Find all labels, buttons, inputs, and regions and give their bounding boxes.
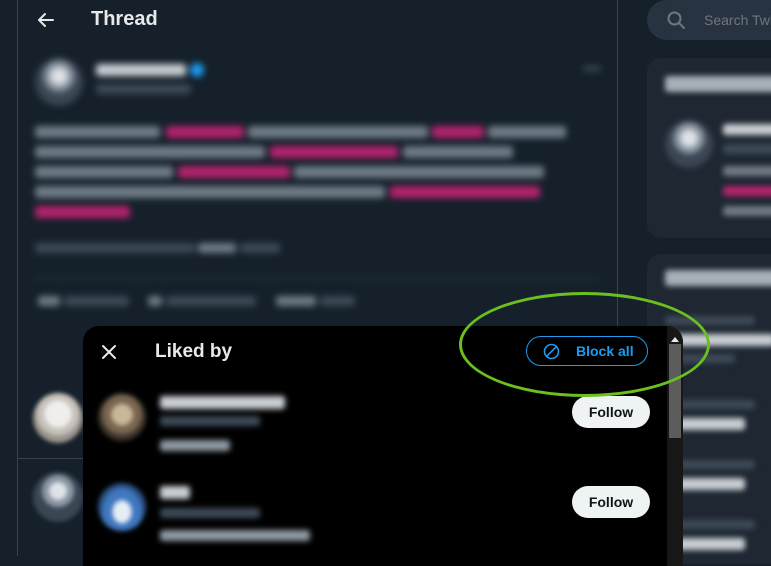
follow-button[interactable]: Follow xyxy=(572,396,650,428)
close-icon[interactable] xyxy=(100,343,118,361)
reply-avatar xyxy=(33,472,83,522)
modal-title: Liked by xyxy=(155,341,233,362)
search-bar[interactable]: Search Twitter xyxy=(647,0,771,40)
thread-header: Thread xyxy=(18,0,617,40)
search-icon xyxy=(667,11,685,34)
reply-avatar xyxy=(33,393,83,443)
blurred-panel-relevant-people xyxy=(647,58,771,238)
tweet-author-avatar xyxy=(35,58,83,106)
follow-button[interactable]: Follow xyxy=(572,486,650,518)
blurred-tweet xyxy=(18,50,617,325)
search-placeholder: Search Twitter xyxy=(704,12,771,28)
back-arrow-icon[interactable] xyxy=(36,10,56,30)
list-item[interactable]: Follow xyxy=(83,478,668,563)
page-title: Thread xyxy=(91,8,158,30)
highlight-ellipse xyxy=(459,292,710,397)
list-item[interactable]: Follow xyxy=(83,388,668,473)
